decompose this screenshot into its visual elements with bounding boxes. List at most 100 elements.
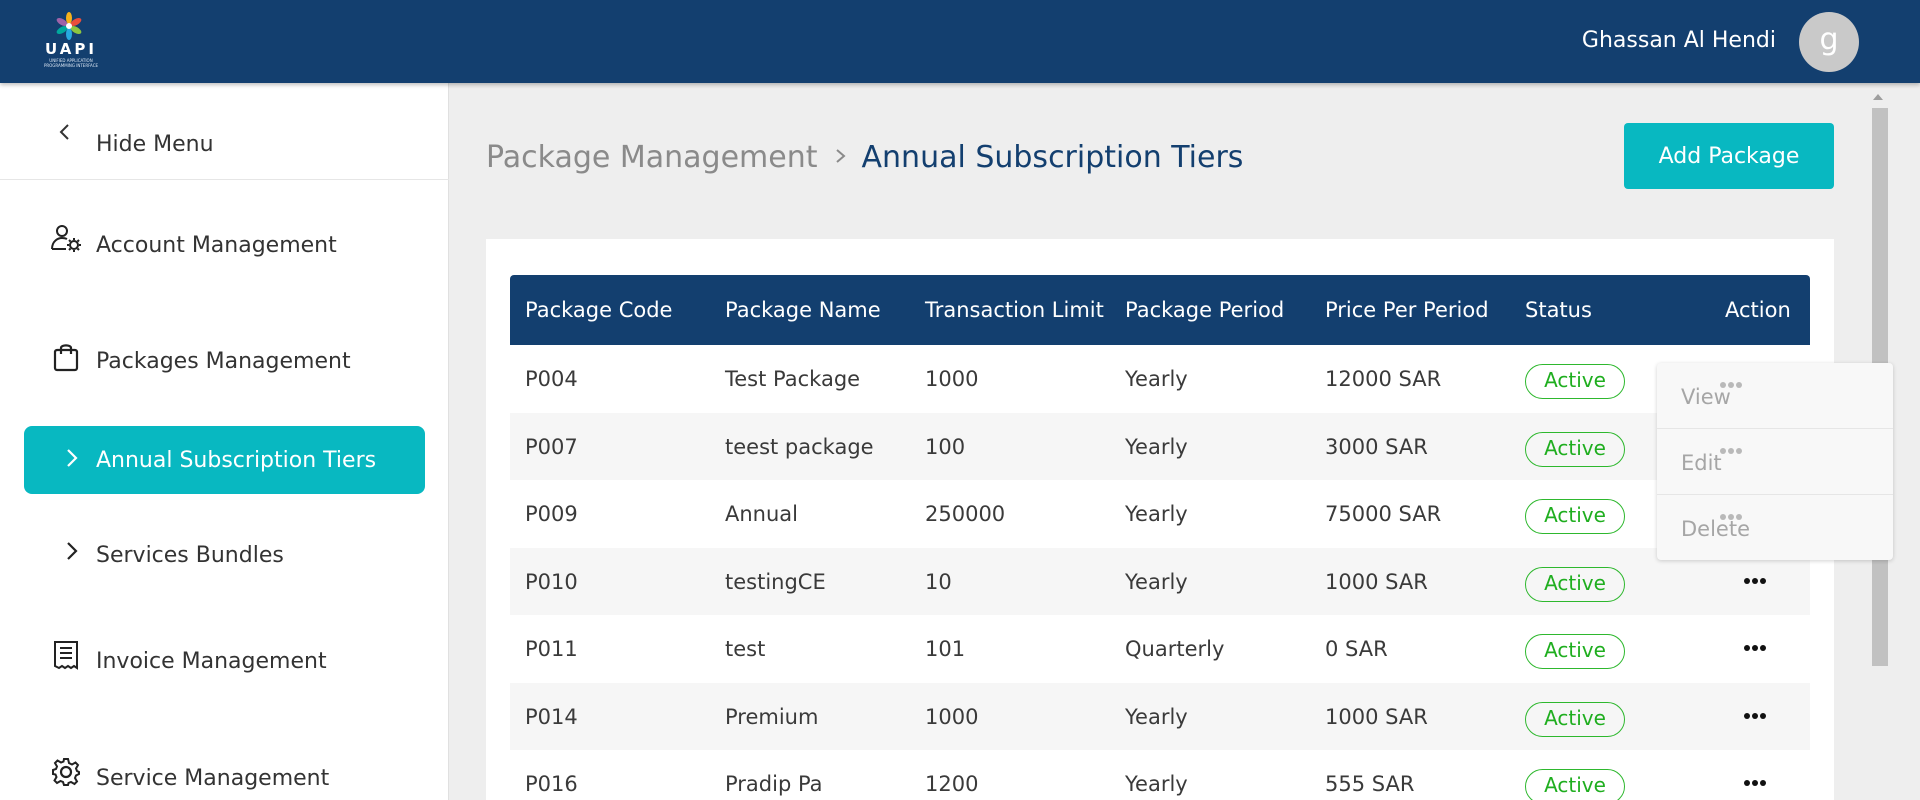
chevron-right-icon <box>67 542 78 560</box>
status-badge: Active <box>1525 499 1625 534</box>
sidebar-item-label: Annual Subscription Tiers <box>96 448 377 473</box>
shopping-bag-icon <box>53 344 79 372</box>
uapi-logo[interactable]: UAPI UNIFIED APPLICATION PROGRAMMING INT… <box>36 12 106 72</box>
column-header: Price Per Period <box>1325 298 1489 322</box>
chevron-right-icon <box>67 449 78 467</box>
top-bar: UAPI UNIFIED APPLICATION PROGRAMMING INT… <box>0 0 1920 83</box>
status-badge: Active <box>1525 701 1625 737</box>
cell-period: Yearly <box>1125 367 1188 391</box>
column-header: Status <box>1525 298 1592 322</box>
cell-name: Test Package <box>725 367 861 391</box>
more-icon <box>1719 373 1743 392</box>
hide-menu-label: Hide Menu <box>96 132 214 157</box>
cell-price: 75000 SAR <box>1325 502 1442 526</box>
cell-price: 1000 SAR <box>1325 704 1428 729</box>
cell-name: Premium <box>725 704 819 729</box>
sidebar-item-services-bundles[interactable]: Services Bundles <box>0 533 449 593</box>
column-header: Transaction Limit <box>925 298 1104 322</box>
add-package-button[interactable]: Add Package <box>1624 123 1834 189</box>
more-actions-button[interactable] <box>1743 635 1773 661</box>
menu-item-label: Edit <box>1681 451 1722 475</box>
cell-limit: 1000 <box>925 367 979 391</box>
cell-period: Yearly <box>1125 569 1188 594</box>
more-actions-button[interactable] <box>1743 770 1773 796</box>
receipt-icon <box>54 641 78 670</box>
breadcrumb-current: Annual Subscription Tiers <box>861 140 1244 175</box>
table-row[interactable]: P011 test 101 Quarterly 0 SAR Active <box>510 615 1810 683</box>
cell-code: P009 <box>525 502 578 526</box>
scroll-up-arrow-icon[interactable] <box>1873 94 1883 100</box>
sidebar-item-service-management[interactable]: Service Management <box>0 756 449 800</box>
cell-code: P010 <box>525 569 578 594</box>
menu-item-delete[interactable]: Delete <box>1657 495 1893 561</box>
sidebar-item-invoice-management[interactable]: Invoice Management <box>0 639 449 699</box>
sidebar-item-label: Invoice Management <box>96 649 327 674</box>
logo-subtitle: UNIFIED APPLICATION PROGRAMMING INTERFAC… <box>43 58 99 68</box>
chevron-right-icon <box>835 149 846 163</box>
cell-period: Yearly <box>1125 502 1188 526</box>
logo-flower-icon <box>56 12 82 40</box>
more-actions-button[interactable] <box>1743 703 1773 729</box>
status-badge: Active <box>1525 431 1625 467</box>
table-row[interactable]: P007 teest package 100 Yearly 3000 SAR A… <box>510 412 1810 480</box>
cell-limit: 10 <box>925 569 952 594</box>
menu-item-edit[interactable]: Edit <box>1657 429 1893 495</box>
table-row[interactable]: P009 Annual 250000 Yearly 75000 SAR Acti… <box>510 480 1810 548</box>
user-gear-icon <box>51 225 81 252</box>
more-actions-button[interactable] <box>1743 568 1773 594</box>
more-icon <box>1719 505 1743 524</box>
more-icon <box>1719 439 1743 458</box>
cell-price: 1000 SAR <box>1325 569 1428 594</box>
sidebar: Hide Menu Account Management Packages Ma… <box>0 83 449 800</box>
table-row[interactable]: P010 testingCE 10 Yearly 1000 SAR Active <box>510 547 1810 615</box>
cell-limit: 1200 <box>925 772 979 796</box>
column-header: Package Name <box>725 298 881 322</box>
cell-period: Yearly <box>1125 704 1188 729</box>
menu-item-view[interactable]: View <box>1657 363 1893 429</box>
cell-code: P011 <box>525 637 578 661</box>
avatar[interactable]: g <box>1799 12 1859 72</box>
column-header: Package Code <box>525 298 673 322</box>
action-dropdown-menu: View Edit Delete <box>1657 363 1893 560</box>
column-header: Package Period <box>1125 298 1285 322</box>
cell-limit: 101 <box>925 637 966 661</box>
cell-limit: 100 <box>925 434 966 459</box>
table-row[interactable]: P004 Test Package 1000 Yearly 12000 SAR … <box>510 345 1810 413</box>
status-badge: Active <box>1525 634 1625 669</box>
logo-text: UAPI <box>45 40 97 58</box>
packages-table: Package Code Package Name Transaction Li… <box>510 275 1810 800</box>
sidebar-item-packages-management[interactable]: Packages Management <box>0 339 449 399</box>
breadcrumb-parent[interactable]: Package Management <box>486 140 818 175</box>
table-row[interactable]: P016 Pradip Pa 1200 Yearly 555 SAR Activ… <box>510 750 1810 800</box>
gear-icon <box>52 758 80 786</box>
sidebar-item-label: Account Management <box>96 233 337 258</box>
hide-menu-button[interactable]: Hide Menu <box>0 83 449 180</box>
column-header: Action <box>1725 298 1791 322</box>
status-badge: Active <box>1525 566 1625 602</box>
cell-price: 12000 SAR <box>1325 367 1442 391</box>
table-header: Package Code Package Name Transaction Li… <box>510 275 1810 345</box>
breadcrumb: Package Management Annual Subscription Ti… <box>486 140 1243 175</box>
chevron-left-icon <box>59 124 69 140</box>
status-badge: Active <box>1525 364 1625 399</box>
cell-code: P004 <box>525 367 578 391</box>
cell-period: Quarterly <box>1125 637 1225 661</box>
sidebar-item-label: Service Management <box>96 766 330 791</box>
sidebar-item-label: Packages Management <box>96 349 351 374</box>
status-badge: Active <box>1525 769 1625 800</box>
cell-price: 0 SAR <box>1325 637 1388 661</box>
table-row[interactable]: P014 Premium 1000 Yearly 1000 SAR Active <box>510 682 1810 750</box>
sidebar-item-account-management[interactable]: Account Management <box>0 223 449 283</box>
packages-card: Package Code Package Name Transaction Li… <box>486 239 1834 800</box>
cell-name: Annual <box>725 502 798 526</box>
sidebar-item-label: Services Bundles <box>96 543 284 568</box>
cell-code: P016 <box>525 772 578 796</box>
cell-name: teest package <box>725 434 874 459</box>
cell-code: P014 <box>525 704 578 729</box>
cell-price: 3000 SAR <box>1325 434 1428 459</box>
user-name[interactable]: Ghassan Al Hendi <box>1582 28 1776 53</box>
cell-name: Pradip Pa <box>725 772 823 796</box>
cell-period: Yearly <box>1125 772 1188 796</box>
cell-name: testingCE <box>725 569 826 594</box>
sidebar-item-annual-subscription-tiers[interactable]: Annual Subscription Tiers <box>24 426 425 494</box>
